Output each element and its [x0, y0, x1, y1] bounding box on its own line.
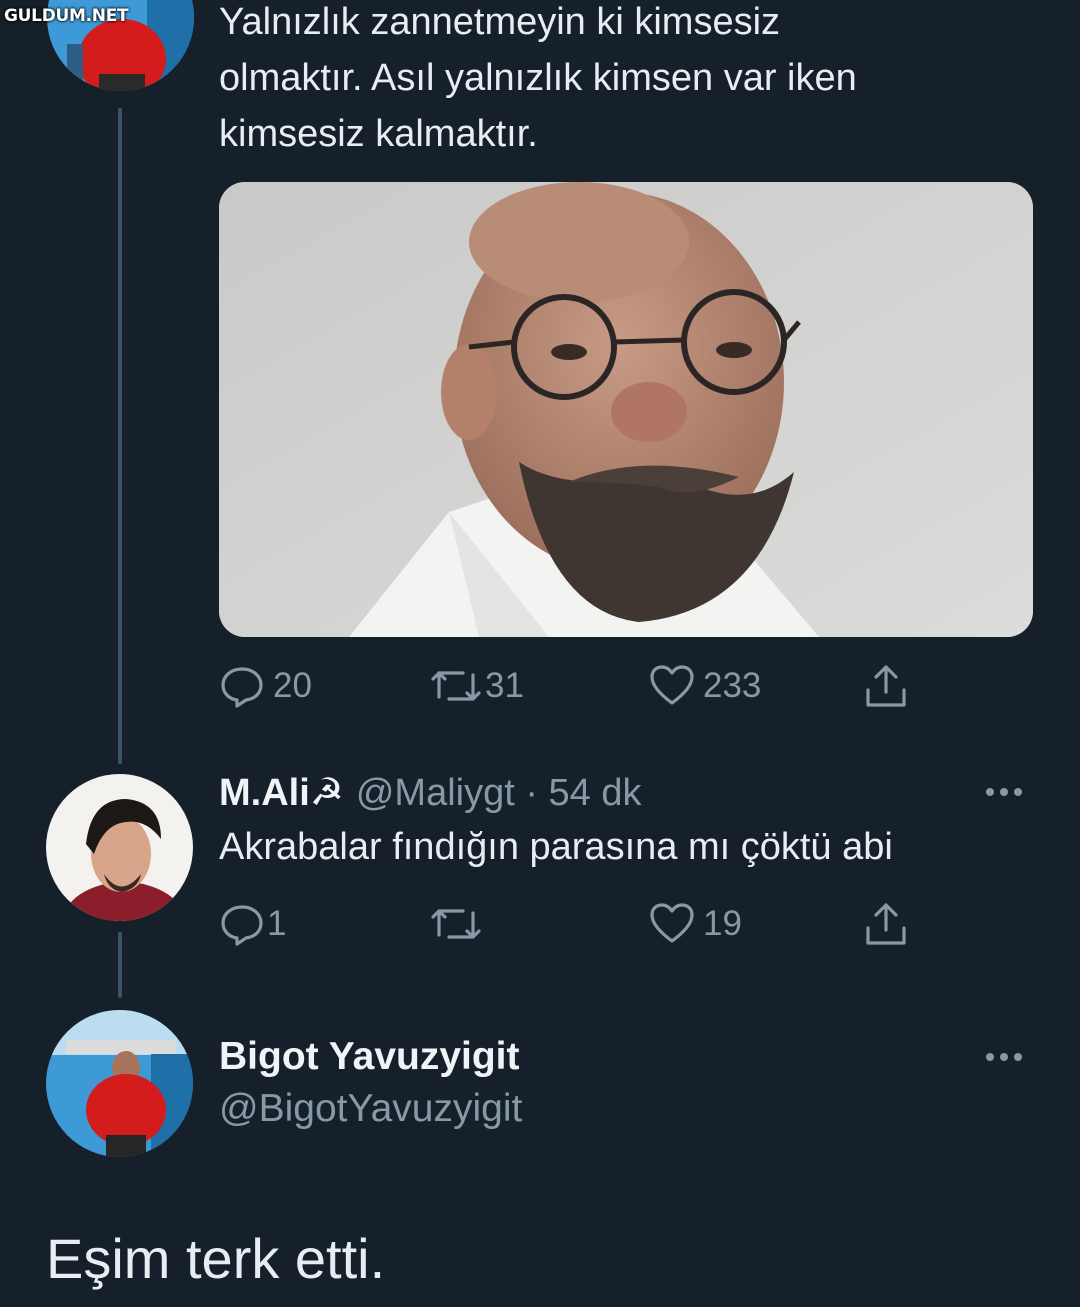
- reply-handle-time[interactable]: @Maliygt · 54 dk: [356, 772, 642, 815]
- reply-header: M.Ali☭ @Maliygt · 54 dk: [219, 770, 642, 815]
- retweet-icon: [429, 663, 483, 709]
- retweet-button[interactable]: [429, 899, 483, 949]
- avatar-mali[interactable]: [46, 774, 193, 921]
- tweet-actions: 20 31 233: [219, 661, 919, 711]
- like-count: 233: [703, 666, 762, 705]
- heart-icon: [649, 663, 695, 709]
- avatar-bigot[interactable]: [46, 1010, 193, 1157]
- reply-count: 20: [273, 666, 312, 705]
- more-options-icon[interactable]: [986, 1053, 1022, 1061]
- reply-text: Akrabalar fındığın parasına mı çöktü abi: [219, 826, 893, 868]
- author-handle[interactable]: @BigotYavuzyigit: [219, 1087, 522, 1131]
- retweet-button[interactable]: 31: [429, 661, 524, 711]
- reply-count: 1: [267, 904, 287, 943]
- like-count: 19: [703, 904, 742, 943]
- like-button[interactable]: 19: [649, 899, 742, 949]
- reply-icon: [219, 901, 265, 947]
- watermark: GULDUM.NET: [4, 6, 129, 26]
- retweet-icon: [429, 901, 483, 947]
- thread-line: [118, 932, 122, 998]
- share-button[interactable]: [862, 661, 910, 711]
- author-reply-text: Eşim terk etti.: [46, 1227, 386, 1290]
- share-button[interactable]: [862, 899, 910, 949]
- tweet-thread-screen: GULDUM.NET Yalnızlık zannetmeyin ki kims…: [0, 0, 1080, 1307]
- like-button[interactable]: 233: [649, 661, 761, 711]
- author-display-name[interactable]: Bigot Yavuzyigit: [219, 1035, 520, 1079]
- reply-icon: [219, 663, 265, 709]
- reply-display-name[interactable]: M.Ali☭: [219, 770, 344, 815]
- share-icon: [862, 900, 910, 948]
- reply-button[interactable]: 1: [219, 899, 286, 949]
- tweet-text-line: olmaktır. Asıl yalnızlık kimsen var iken: [219, 57, 857, 99]
- tweet-text: Yalnızlık zannetmeyin ki kimsesiz olmakt…: [219, 0, 857, 162]
- heart-icon: [649, 901, 695, 947]
- tweet-text-line: Yalnızlık zannetmeyin ki kimsesiz: [219, 1, 781, 43]
- thread-line: [118, 108, 122, 764]
- tweet-text-line: kimsesiz kalmaktır.: [219, 113, 538, 155]
- reply-button[interactable]: 20: [219, 661, 312, 711]
- share-icon: [862, 662, 910, 710]
- retweet-count: 31: [485, 666, 524, 705]
- reply-actions: 1 19: [219, 899, 919, 949]
- more-options-icon[interactable]: [986, 788, 1022, 796]
- tweet-media-photo[interactable]: [219, 182, 1033, 637]
